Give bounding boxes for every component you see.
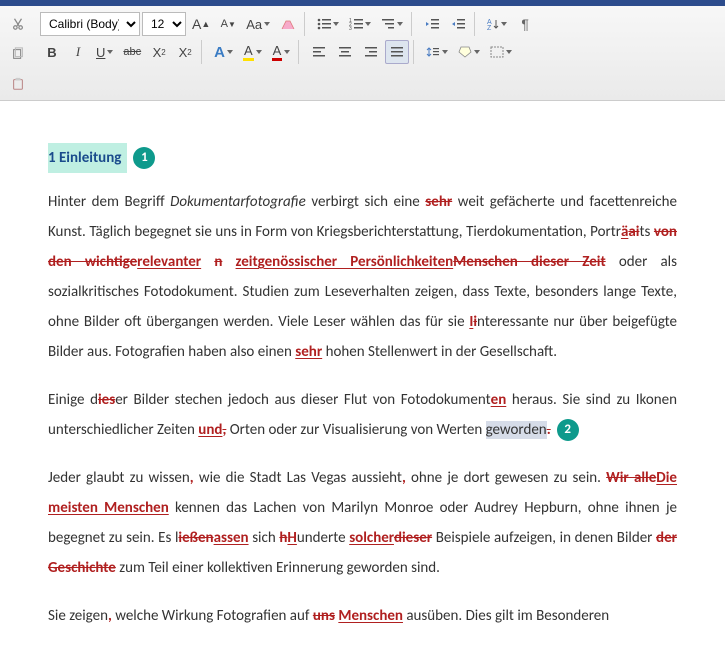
deleted-text: sehr <box>425 193 452 211</box>
inserted-text: H <box>287 529 296 547</box>
paragraph-3: Jeder glaubt zu wissen, wie die Stadt La… <box>48 463 677 583</box>
document-body: 1 Einleitung 1 Hinter dem Begriff Dokumen… <box>0 101 725 631</box>
inserted-text: und <box>198 421 222 439</box>
inserted-text: en <box>491 391 507 409</box>
align-justify-button[interactable] <box>385 40 409 64</box>
line-spacing-button[interactable] <box>422 40 452 64</box>
deleted-text: ießen <box>178 529 213 547</box>
clear-format-button[interactable] <box>276 12 300 36</box>
subscript-button[interactable]: X2 <box>147 40 171 64</box>
text-effects-button[interactable]: A <box>210 40 237 64</box>
toolbar-row-2: B I U abc X2 X2 A A A <box>36 38 719 66</box>
inserted-text: solcher <box>349 529 394 547</box>
paragraph-2: Einige dieser Bilder stechen jedoch aus … <box>48 385 677 445</box>
svg-text:3: 3 <box>349 26 352 30</box>
paragraph-4: Sie zeigen, welche Wirkung Fotografien a… <box>48 601 677 631</box>
indent-button[interactable] <box>446 12 470 36</box>
highlight-button[interactable]: A <box>239 40 266 64</box>
deleted-text: uns <box>313 607 335 625</box>
badge-2: 2 <box>557 419 579 441</box>
deleted-text: dieser <box>394 529 432 547</box>
cut-icon[interactable] <box>6 12 30 36</box>
paste-icon[interactable] <box>6 72 30 96</box>
toolbar-row-1: Calibri (Body) 12 A▲ A▼ Aa 123 AZ <box>36 10 719 38</box>
outdent-button[interactable] <box>420 12 444 36</box>
copy-icon[interactable] <box>6 42 30 66</box>
number-list-button[interactable]: 123 <box>345 12 375 36</box>
change-case-button[interactable]: Aa <box>242 12 274 36</box>
heading-1: 1 Einleitung <box>48 143 127 173</box>
borders-button[interactable] <box>486 40 516 64</box>
deleted-text: . <box>547 421 551 439</box>
font-name-select[interactable]: Calibri (Body) <box>40 12 140 36</box>
deleted-text: ies <box>98 391 115 409</box>
sort-button[interactable]: AZ <box>483 12 511 36</box>
align-left-button[interactable] <box>307 40 331 64</box>
pilcrow-button[interactable]: ¶ <box>513 12 537 36</box>
svg-text:Z: Z <box>487 25 492 30</box>
clipboard-tools <box>6 10 36 96</box>
inserted-text: assen <box>214 529 249 547</box>
toolbar: Calibri (Body) 12 A▲ A▼ Aa 123 AZ <box>0 6 725 101</box>
heading-row: 1 Einleitung 1 <box>48 125 677 187</box>
underline-button[interactable]: U <box>92 40 117 64</box>
highlighted-text: geworden <box>486 421 547 439</box>
font-color-button[interactable]: A <box>268 40 295 64</box>
strike-button[interactable]: abc <box>119 40 145 64</box>
inserted-text: relevanter <box>137 253 201 271</box>
superscript-button[interactable]: X2 <box>173 40 197 64</box>
shading-button[interactable] <box>454 40 484 64</box>
shrink-font-button[interactable]: A▼ <box>216 12 240 36</box>
paragraph-1: Hinter dem Begriff Dokumentarfotografie … <box>48 187 677 367</box>
inserted-text: sehr <box>295 343 322 361</box>
bold-button[interactable]: B <box>40 40 64 64</box>
inserted-text: Menschen <box>338 607 403 625</box>
bullet-list-button[interactable] <box>313 12 343 36</box>
inserted-text: zeitgenössischer Persönlichkeiten <box>236 253 454 271</box>
badge-1: 1 <box>133 147 155 169</box>
deleted-text: Menschen dieser Zeit <box>453 253 606 271</box>
multilevel-list-button[interactable] <box>377 12 407 36</box>
grow-font-button[interactable]: A▲ <box>188 12 214 36</box>
deleted-text: ai <box>628 223 639 241</box>
align-center-button[interactable] <box>333 40 357 64</box>
align-right-button[interactable] <box>359 40 383 64</box>
italic-term: Dokumentarfotografie <box>170 193 306 211</box>
italic-button[interactable]: I <box>66 40 90 64</box>
font-size-select[interactable]: 12 <box>142 12 186 36</box>
deleted-text: Wir alle <box>606 469 656 487</box>
